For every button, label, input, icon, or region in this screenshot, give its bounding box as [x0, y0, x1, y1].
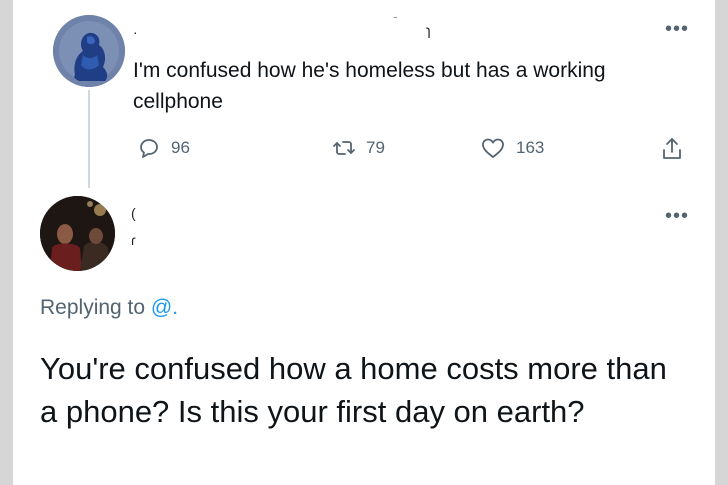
- display-name-fragment: ɾ: [131, 232, 136, 248]
- avatar[interactable]: [53, 15, 125, 87]
- replying-to-handle-link[interactable]: @.: [151, 296, 178, 319]
- reply-count: 96: [171, 138, 190, 157]
- retweet-count: 79: [366, 138, 385, 157]
- reply-icon: [140, 139, 158, 158]
- reply-button[interactable]: 96: [137, 136, 190, 160]
- replying-to-line: Replying to @.: [40, 296, 178, 320]
- replying-to-label: Replying to: [40, 296, 146, 319]
- share-icon: [663, 138, 681, 159]
- tweet-text: I'm confused how he's homeless but has a…: [133, 59, 606, 113]
- share-button[interactable]: [660, 136, 684, 162]
- avatar-photo-image: [40, 196, 115, 271]
- display-name-fragment: ·: [133, 24, 138, 40]
- retweet-icon: [333, 141, 355, 155]
- more-options-button[interactable]: •••: [665, 18, 689, 41]
- avatar-figure-image: [53, 15, 125, 87]
- display-name-fragment: (: [131, 205, 136, 221]
- tweet-thread-card: · - ɿ ••• I'm confused how he's homeless…: [13, 0, 715, 485]
- like-button[interactable]: 163: [480, 136, 544, 160]
- thread-connector-line: [88, 90, 90, 188]
- display-name-fragment: ɿ: [426, 22, 431, 38]
- display-name-fragment: -: [393, 8, 398, 24]
- tweet-text: You're confused how a home costs more th…: [40, 351, 667, 429]
- like-count: 163: [516, 138, 545, 157]
- retweet-button[interactable]: 79: [332, 136, 385, 160]
- like-icon: [482, 138, 504, 158]
- more-options-button[interactable]: •••: [665, 205, 689, 228]
- avatar[interactable]: [40, 196, 115, 271]
